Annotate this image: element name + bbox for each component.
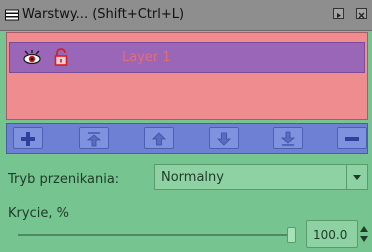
title-bar: Warstwy... (Shift+Ctrl+L) xyxy=(0,0,372,31)
eye-icon[interactable] xyxy=(22,49,42,65)
lock-icon[interactable] xyxy=(54,48,68,66)
opacity-spinbox[interactable]: 100.0 xyxy=(306,220,358,248)
layers-dialog-icon xyxy=(5,9,19,21)
move-layer-bottom-button[interactable] xyxy=(273,127,303,149)
close-icon[interactable] xyxy=(356,8,367,19)
opacity-value: 100.0 xyxy=(313,228,348,242)
arrow-down-icon xyxy=(217,132,231,146)
chevron-down-icon[interactable] xyxy=(346,165,367,189)
opacity-slider-handle[interactable] xyxy=(287,227,296,243)
delete-layer-button[interactable] xyxy=(337,127,367,149)
layers-toolbar xyxy=(6,123,368,154)
raise-to-top-icon xyxy=(86,132,102,147)
move-layer-top-button[interactable] xyxy=(79,127,109,149)
opacity-slider-track[interactable] xyxy=(18,234,292,236)
layer-name[interactable]: Layer 1 xyxy=(122,50,171,65)
layer-row-layer-1[interactable]: Layer 1 xyxy=(9,42,365,73)
blend-mode-label: Tryb przenikania: xyxy=(8,172,120,187)
minimize-icon[interactable] xyxy=(333,8,344,19)
layers-list[interactable]: Layer 1 xyxy=(6,32,368,120)
blend-mode-value: Normalny xyxy=(161,170,224,185)
blend-mode-select[interactable]: Normalny xyxy=(154,164,368,190)
lower-to-bottom-icon xyxy=(280,131,296,146)
plus-icon xyxy=(21,132,35,146)
raise-layer-button[interactable] xyxy=(144,127,174,149)
spin-arrows-icon[interactable] xyxy=(358,220,370,248)
arrow-up-icon xyxy=(152,132,166,146)
lower-layer-button[interactable] xyxy=(209,127,239,149)
window-title: Warstwy... (Shift+Ctrl+L) xyxy=(22,7,185,22)
opacity-label: Krycie, % xyxy=(8,206,69,221)
minus-icon xyxy=(345,137,359,141)
add-layer-button[interactable] xyxy=(13,127,43,149)
